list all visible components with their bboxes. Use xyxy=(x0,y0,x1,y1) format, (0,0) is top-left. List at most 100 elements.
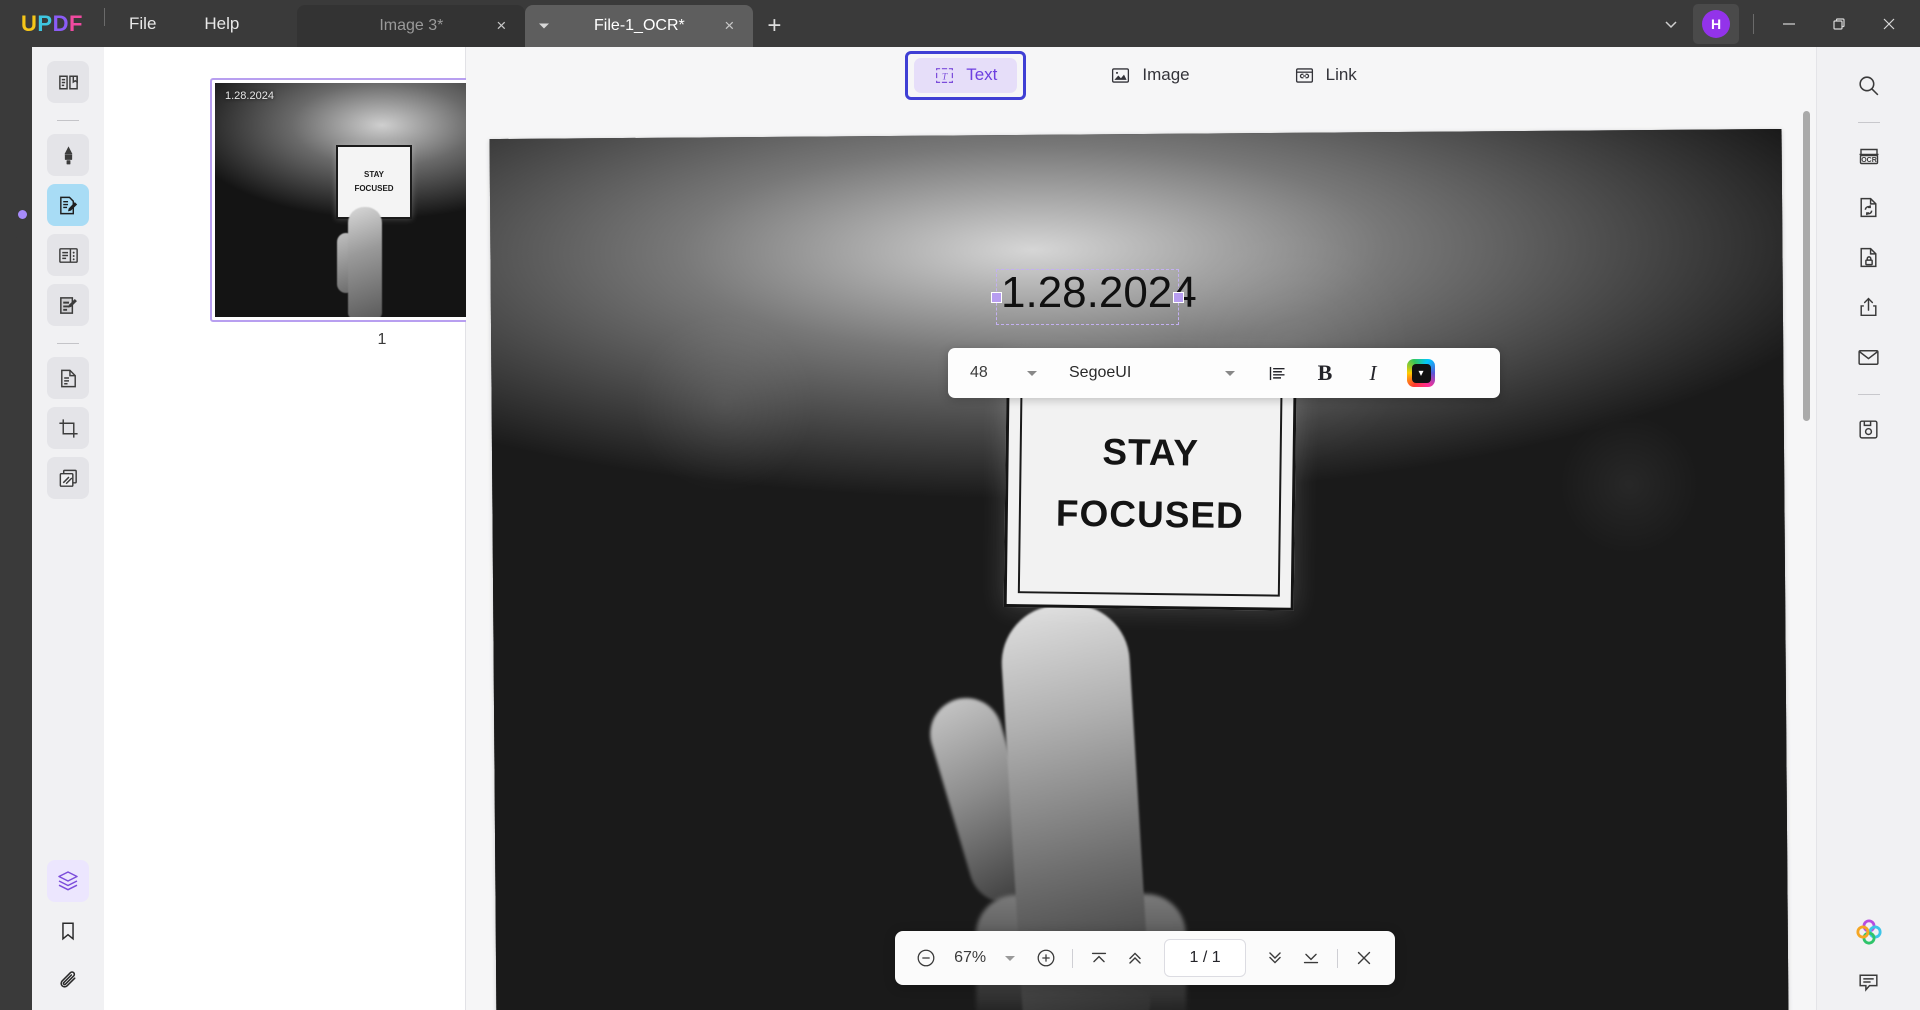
align-left-icon[interactable] xyxy=(1253,348,1301,398)
sidebar-item-reader[interactable] xyxy=(47,61,89,103)
font-family-value: SegoeUI xyxy=(1069,364,1132,381)
thumbnail-hand xyxy=(348,207,382,317)
italic-button[interactable]: I xyxy=(1349,348,1397,398)
page-bar-divider-2 xyxy=(1336,948,1338,968)
logo-letter-p: P xyxy=(37,10,53,36)
maximize-button[interactable] xyxy=(1814,0,1864,47)
thumbnail-panel: 1.28.2024 STAY FOCUSED 1 xyxy=(104,47,554,1010)
new-tab-button[interactable]: + xyxy=(753,5,795,47)
close-button[interactable] xyxy=(1864,0,1914,47)
right-rail-divider-1 xyxy=(1857,122,1880,123)
resize-handle-right[interactable] xyxy=(1173,292,1184,303)
right-rail-divider-2 xyxy=(1857,394,1880,395)
app-logo[interactable]: UPDF xyxy=(0,0,104,47)
sign-line-2: FOCUSED xyxy=(1055,492,1245,537)
logo-letter-f: F xyxy=(69,10,83,36)
sidebar-item-prepare-form[interactable] xyxy=(47,284,89,326)
sidebar-item-comment[interactable] xyxy=(47,134,89,176)
selected-text-value[interactable]: 1.28.2024 xyxy=(1001,268,1197,318)
collapse-handle-dot-icon xyxy=(17,209,27,219)
ai-assistant-icon[interactable] xyxy=(1847,910,1891,954)
tab-link-mode-label: Link xyxy=(1325,65,1357,84)
first-page-icon[interactable] xyxy=(1082,940,1116,976)
zoom-dropdown-caret-icon[interactable] xyxy=(1005,955,1016,961)
tab-image-mode-label: Image xyxy=(1142,65,1190,84)
avatar: H xyxy=(1702,9,1730,38)
comment-bubble-icon[interactable] xyxy=(1847,960,1891,1004)
thumbnail-sign: STAY FOCUSED xyxy=(336,145,412,219)
canvas-vertical-scrollbar[interactable] xyxy=(1803,111,1810,421)
protect-file-icon[interactable] xyxy=(1847,235,1891,279)
ocr-icon[interactable]: OCR xyxy=(1847,135,1891,179)
image-tool-icon xyxy=(1110,65,1131,86)
font-family-dropdown[interactable]: SegoeUI xyxy=(1053,348,1253,398)
thumbnail-sign-line1: STAY xyxy=(363,170,384,180)
tool-divider-1 xyxy=(57,120,79,121)
sidebar-item-crop[interactable] xyxy=(47,407,89,449)
right-rail: OCR xyxy=(1816,47,1920,1010)
document-canvas[interactable]: STAY FOCUSED 1.28.2024 48 SegoeUI B I ▾ xyxy=(466,103,1816,1010)
tab-text-mode-label: Text xyxy=(966,65,998,84)
logo-letter-d: D xyxy=(52,10,69,36)
zoom-out-icon[interactable] xyxy=(909,940,943,976)
menu-file[interactable]: File xyxy=(105,0,180,47)
tab-file-1-ocr-close-icon[interactable]: × xyxy=(719,16,739,36)
close-toolbar-icon[interactable] xyxy=(1347,940,1381,976)
tab-image-mode[interactable]: Image xyxy=(1090,58,1209,93)
page-navigation-bar: 67% 1 / 1 xyxy=(895,931,1395,985)
convert-file-icon[interactable] xyxy=(1847,185,1891,229)
sidebar-item-compare[interactable] xyxy=(47,457,89,499)
sign-line-1: STAY xyxy=(1102,431,1200,474)
next-page-icon[interactable] xyxy=(1258,940,1292,976)
sidebar-item-organize-pages[interactable] xyxy=(47,234,89,276)
thumbnail-sign-line2: FOCUSED xyxy=(354,184,394,193)
chevron-down-icon[interactable] xyxy=(1649,4,1693,44)
page-indicator-input[interactable]: 1 / 1 xyxy=(1164,939,1246,977)
photo-sign-inner: STAY FOCUSED xyxy=(1017,371,1283,597)
font-color-button[interactable]: ▾ xyxy=(1397,348,1445,398)
tab-image-3-close-icon[interactable]: × xyxy=(491,16,511,36)
title-bar: UPDF File Help Image 3* × File-1_OCR* × … xyxy=(0,0,1920,47)
zoom-level-value[interactable]: 67% xyxy=(945,949,995,967)
font-color-caret-icon: ▾ xyxy=(1411,363,1431,383)
titlebar-right-group: H xyxy=(1649,0,1920,47)
search-icon[interactable] xyxy=(1847,63,1891,107)
font-family-caret-icon xyxy=(1225,370,1235,376)
tab-link-mode[interactable]: Link xyxy=(1274,58,1377,93)
tab-image-3[interactable]: Image 3* × xyxy=(297,5,526,47)
sidebar-item-bookmarks[interactable] xyxy=(47,910,89,952)
thumbnail-date-stamp: 1.28.2024 xyxy=(225,90,274,102)
font-size-value: 48 xyxy=(970,364,988,381)
menu-help[interactable]: Help xyxy=(180,0,263,47)
selected-text-box[interactable]: 1.28.2024 xyxy=(991,268,1197,325)
window-controls-divider xyxy=(1753,13,1754,34)
tab-text-mode[interactable]: T Text xyxy=(914,57,1018,93)
account-button[interactable]: H xyxy=(1693,3,1739,44)
link-tool-icon xyxy=(1294,65,1315,86)
font-size-caret-icon xyxy=(1027,370,1037,376)
font-size-dropdown[interactable]: 48 xyxy=(948,348,1053,398)
previous-page-icon[interactable] xyxy=(1118,940,1152,976)
minimize-button[interactable] xyxy=(1764,0,1814,47)
page-photo[interactable]: STAY FOCUSED xyxy=(489,128,1789,1010)
text-mode-highlight-box: T Text xyxy=(905,50,1027,100)
page-bar-divider-1 xyxy=(1072,948,1074,968)
email-icon[interactable] xyxy=(1847,335,1891,379)
sidebar-item-edit-pdf[interactable] xyxy=(47,184,89,226)
zoom-in-icon[interactable] xyxy=(1029,940,1063,976)
tab-strip: Image 3* × File-1_OCR* × + xyxy=(297,0,795,47)
font-color-icon: ▾ xyxy=(1407,359,1435,387)
resize-handle-left[interactable] xyxy=(991,292,1002,303)
sidebar-item-attachments[interactable] xyxy=(47,960,89,1002)
share-icon[interactable] xyxy=(1847,285,1891,329)
save-icon[interactable] xyxy=(1847,407,1891,451)
svg-text:T: T xyxy=(942,71,948,82)
last-page-icon[interactable] xyxy=(1294,940,1328,976)
sidebar-item-convert[interactable] xyxy=(47,357,89,399)
bold-button[interactable]: B xyxy=(1301,348,1349,398)
sidebar-item-layers[interactable] xyxy=(47,860,89,902)
tab-dropdown-caret-icon[interactable] xyxy=(539,23,550,29)
text-tool-icon: T xyxy=(934,65,955,86)
svg-text:OCR: OCR xyxy=(1861,157,1877,164)
tab-file-1-ocr[interactable]: File-1_OCR* × xyxy=(525,5,754,47)
